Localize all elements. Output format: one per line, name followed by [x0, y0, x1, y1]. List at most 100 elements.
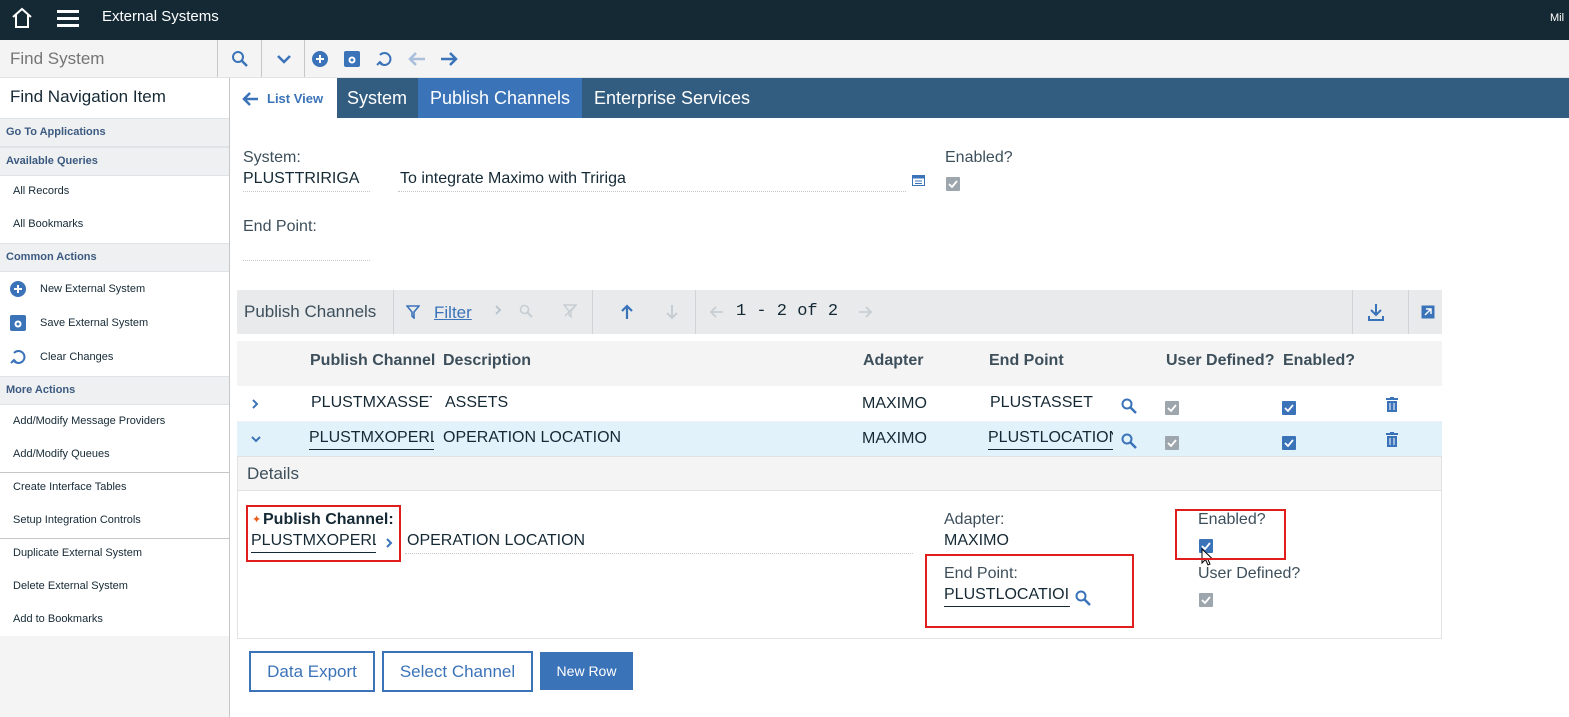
- action-duplicate-external-system[interactable]: Duplicate External System: [13, 547, 142, 559]
- list-view-label: List View: [267, 91, 324, 106]
- tab-system[interactable]: System: [337, 78, 417, 118]
- download-icon[interactable]: [1368, 303, 1384, 321]
- go-to-applications[interactable]: Go To Applications: [0, 118, 229, 147]
- column-description[interactable]: Description: [443, 352, 531, 370]
- detail-adapter-value: MAXIMO: [944, 532, 1009, 549]
- action-add-to-bookmarks[interactable]: Add to Bookmarks: [13, 613, 103, 625]
- maximize-table-icon[interactable]: [1421, 305, 1435, 319]
- row-enabled-checkbox[interactable]: [1282, 401, 1296, 415]
- select-channel-button[interactable]: Select Channel: [382, 651, 533, 692]
- action-delete-external-system[interactable]: Delete External System: [13, 580, 128, 592]
- find-options-button[interactable]: [263, 40, 305, 77]
- top-bar: External Systems Mil: [0, 0, 1569, 40]
- previous-record-button[interactable]: [406, 40, 428, 77]
- list-view-button[interactable]: List View: [231, 78, 337, 118]
- app-title: External Systems: [102, 8, 219, 25]
- row-adapter: MAXIMO: [862, 395, 927, 412]
- search-icon: [231, 50, 249, 68]
- trash-icon[interactable]: [1386, 397, 1398, 412]
- detail-description[interactable]: OPERATION LOCATION: [407, 532, 585, 550]
- action-clear-changes[interactable]: Clear Changes: [40, 351, 113, 363]
- navigation-sidebar: Find Navigation Item Go To Applications …: [0, 78, 230, 717]
- system-label: System:: [243, 149, 301, 166]
- common-actions-header: Common Actions: [0, 243, 229, 272]
- detail-user-defined-checkbox[interactable]: [1199, 593, 1213, 607]
- row-enabled-checkbox[interactable]: [1282, 436, 1296, 450]
- pagination: 1 - 2 of 2: [736, 302, 839, 321]
- table-toolbar: Publish Channels Filter 1 - 2 of 2: [237, 290, 1442, 334]
- toolbar-divider: [695, 290, 696, 334]
- enabled-checkbox[interactable]: [946, 177, 960, 191]
- undo-icon: [375, 50, 395, 68]
- hamburger-icon[interactable]: [57, 8, 79, 28]
- undo-icon: [9, 348, 29, 366]
- arrow-left-icon: [407, 51, 427, 67]
- find-navigation-item[interactable]: Find Navigation Item: [0, 78, 229, 118]
- row-endpoint[interactable]: PLUSTASSET: [990, 394, 1093, 412]
- sidebar-divider: [0, 538, 229, 539]
- undo-button[interactable]: [374, 40, 396, 77]
- detail-adapter-label: Adapter:: [944, 511, 1005, 528]
- lookup-icon[interactable]: [1121, 398, 1137, 414]
- column-adapter[interactable]: Adapter: [863, 352, 923, 370]
- description-underline: [398, 191, 906, 192]
- action-add-modify-message-providers[interactable]: Add/Modify Message Providers: [13, 415, 165, 427]
- lookup-icon[interactable]: [1121, 433, 1137, 449]
- enabled-label: Enabled?: [945, 149, 1013, 166]
- column-end-point[interactable]: End Point: [989, 352, 1064, 370]
- new-row-button[interactable]: New Row: [540, 652, 633, 690]
- home-icon[interactable]: [10, 6, 34, 30]
- endpoint-label: End Point:: [243, 218, 317, 235]
- system-description[interactable]: To integrate Maximo with Tririga: [400, 170, 626, 188]
- clear-filter-icon[interactable]: [563, 304, 577, 318]
- user-name[interactable]: Mil: [1550, 12, 1564, 24]
- row-user-defined-checkbox[interactable]: [1165, 436, 1179, 450]
- find-system-input[interactable]: [0, 40, 218, 77]
- toolbar-divider: [1408, 290, 1409, 334]
- tab-publish-channels[interactable]: Publish Channels: [418, 78, 582, 118]
- action-save-external-system[interactable]: Save External System: [40, 317, 148, 329]
- system-value[interactable]: PLUSTTRIRIGA: [243, 170, 359, 188]
- column-publish-channel[interactable]: Publish Channel: [310, 352, 435, 370]
- trash-icon[interactable]: [1386, 432, 1398, 447]
- arrow-left-icon: [242, 92, 258, 106]
- data-export-button[interactable]: Data Export: [249, 651, 375, 692]
- highlight-box-channel: [246, 505, 401, 562]
- arrow-left-icon[interactable]: [708, 305, 724, 319]
- chevron-down-icon: [276, 53, 292, 65]
- action-setup-integration-controls[interactable]: Setup Integration Controls: [13, 514, 141, 526]
- save-button[interactable]: [342, 40, 362, 77]
- arrow-down-icon[interactable]: [665, 304, 679, 320]
- new-record-button[interactable]: [310, 40, 330, 77]
- highlight-box-endpoint: [925, 554, 1134, 628]
- tab-enterprise-services[interactable]: Enterprise Services: [582, 78, 762, 118]
- row-channel[interactable]: PLUSTMXASSET: [311, 394, 432, 412]
- action-new-external-system[interactable]: New External System: [40, 283, 145, 295]
- filter-icon: [406, 305, 420, 319]
- expand-row-icon[interactable]: [250, 397, 260, 411]
- column-enabled[interactable]: Enabled?: [1283, 352, 1355, 370]
- arrow-up-icon[interactable]: [620, 304, 634, 320]
- action-create-interface-tables[interactable]: Create Interface Tables: [13, 481, 127, 493]
- long-description-icon[interactable]: [912, 175, 926, 187]
- row-description: ASSETS: [445, 394, 509, 411]
- search-icon[interactable]: [519, 304, 533, 318]
- row-endpoint[interactable]: PLUSTLOCATION: [988, 429, 1113, 450]
- row-description[interactable]: OPERATION LOCATION: [443, 429, 621, 447]
- table-title: Publish Channels: [244, 302, 377, 321]
- query-all-records[interactable]: All Records: [13, 185, 69, 197]
- next-record-button[interactable]: [438, 40, 460, 77]
- search-button[interactable]: [219, 40, 262, 77]
- filter-link[interactable]: Filter: [434, 303, 472, 323]
- arrow-right-icon[interactable]: [858, 305, 874, 319]
- row-adapter[interactable]: MAXIMO: [862, 430, 927, 448]
- row-user-defined-checkbox[interactable]: [1165, 401, 1179, 415]
- column-user-defined[interactable]: User Defined?: [1166, 352, 1274, 370]
- chevron-right-icon[interactable]: [493, 303, 503, 317]
- sidebar-footer: [0, 636, 229, 717]
- query-all-bookmarks[interactable]: All Bookmarks: [13, 218, 83, 230]
- collapse-row-icon[interactable]: [249, 434, 263, 444]
- detail-description-underline: [405, 553, 913, 554]
- row-channel[interactable]: PLUSTMXOPERLOC: [309, 429, 434, 450]
- action-add-modify-queues[interactable]: Add/Modify Queues: [13, 448, 110, 460]
